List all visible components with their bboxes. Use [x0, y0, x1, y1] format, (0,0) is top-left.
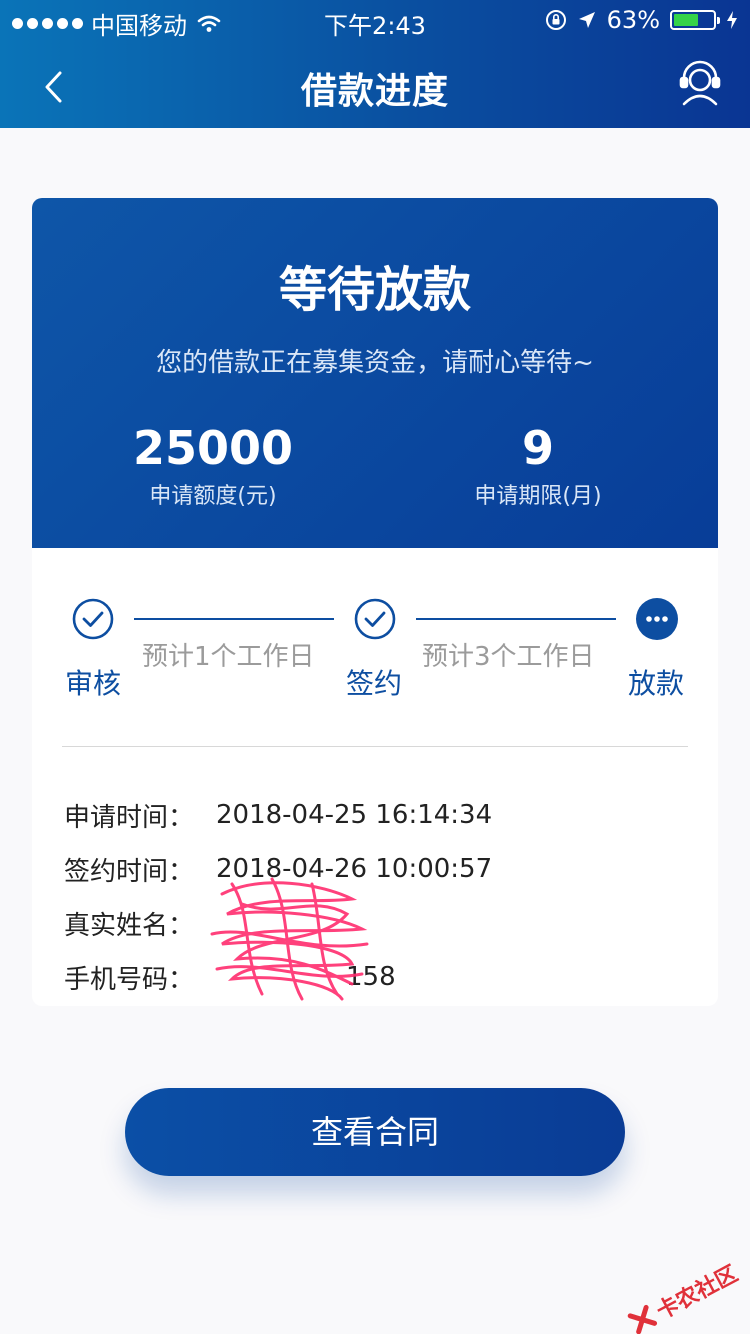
info-label: 手机号码：: [64, 964, 195, 995]
amount-value: 25000: [132, 421, 294, 475]
step-label-sign: 签约: [346, 667, 403, 700]
term-stat: 9 申请期限(月): [368, 420, 708, 510]
nav-bar: 借款进度: [0, 44, 750, 128]
progress-card: 等待放款 您的借款正在募集资金，请耐心等待~ 25000 申请额度(元) 9 申…: [32, 198, 718, 1006]
amount-stat: 25000 申请额度(元): [40, 420, 386, 510]
apply-time-value: 2018-04-25 16:14:34: [216, 800, 493, 830]
summary-panel: 等待放款 您的借款正在募集资金，请耐心等待~ 25000 申请额度(元) 9 申…: [32, 198, 718, 548]
rotation-lock-icon: [545, 10, 566, 30]
info-label: 申请时间：: [64, 802, 195, 833]
customer-service-button[interactable]: [676, 60, 724, 108]
step-connector: [416, 618, 616, 620]
info-row: 申请时间： 2018-04-25 16:14:34: [64, 788, 492, 842]
view-contract-button[interactable]: 查看合同: [125, 1088, 625, 1176]
divider: [62, 746, 688, 747]
step-label-review: 审核: [65, 667, 122, 700]
term-value: 9: [521, 421, 554, 475]
page-title: 借款进度: [300, 71, 449, 112]
progress-steps: 审核 预计1个工作日 签约 预计3个工作日 放款: [32, 548, 718, 728]
battery-icon: [670, 10, 720, 30]
charging-bolt-icon: [727, 11, 737, 29]
step-hint: 预计1个工作日: [142, 642, 315, 672]
status-title: 等待放款: [278, 262, 471, 318]
step-hint: 预计3个工作日: [422, 642, 595, 672]
status-description: 您的借款正在募集资金，请耐心等待~: [156, 348, 594, 378]
check-circle-icon: [72, 598, 114, 640]
term-label: 申请期限(月): [474, 484, 602, 509]
status-bar: 中国移动 下午2:43 63%: [0, 0, 750, 40]
info-label: 签约时间：: [64, 856, 195, 887]
redaction-scribble: [210, 877, 369, 1001]
more-dots-icon: [636, 598, 678, 640]
header: 中国移动 下午2:43 63% 借款进度: [0, 0, 750, 128]
watermark-text: 卡农社区: [652, 1261, 743, 1325]
location-arrow-icon: [578, 12, 595, 28]
step-label-disburse: 放款: [628, 667, 685, 700]
battery-percent: 63%: [606, 6, 660, 34]
info-label: 真实姓名：: [64, 910, 195, 941]
check-circle-icon: [354, 598, 396, 640]
customer-service-icon: [679, 60, 721, 106]
status-right: 63%: [545, 6, 738, 34]
step-connector: [134, 618, 334, 620]
amount-label: 申请额度(元): [149, 484, 277, 509]
watermark-logo: 卡农社区: [623, 1256, 742, 1334]
battery-level: [674, 14, 698, 26]
